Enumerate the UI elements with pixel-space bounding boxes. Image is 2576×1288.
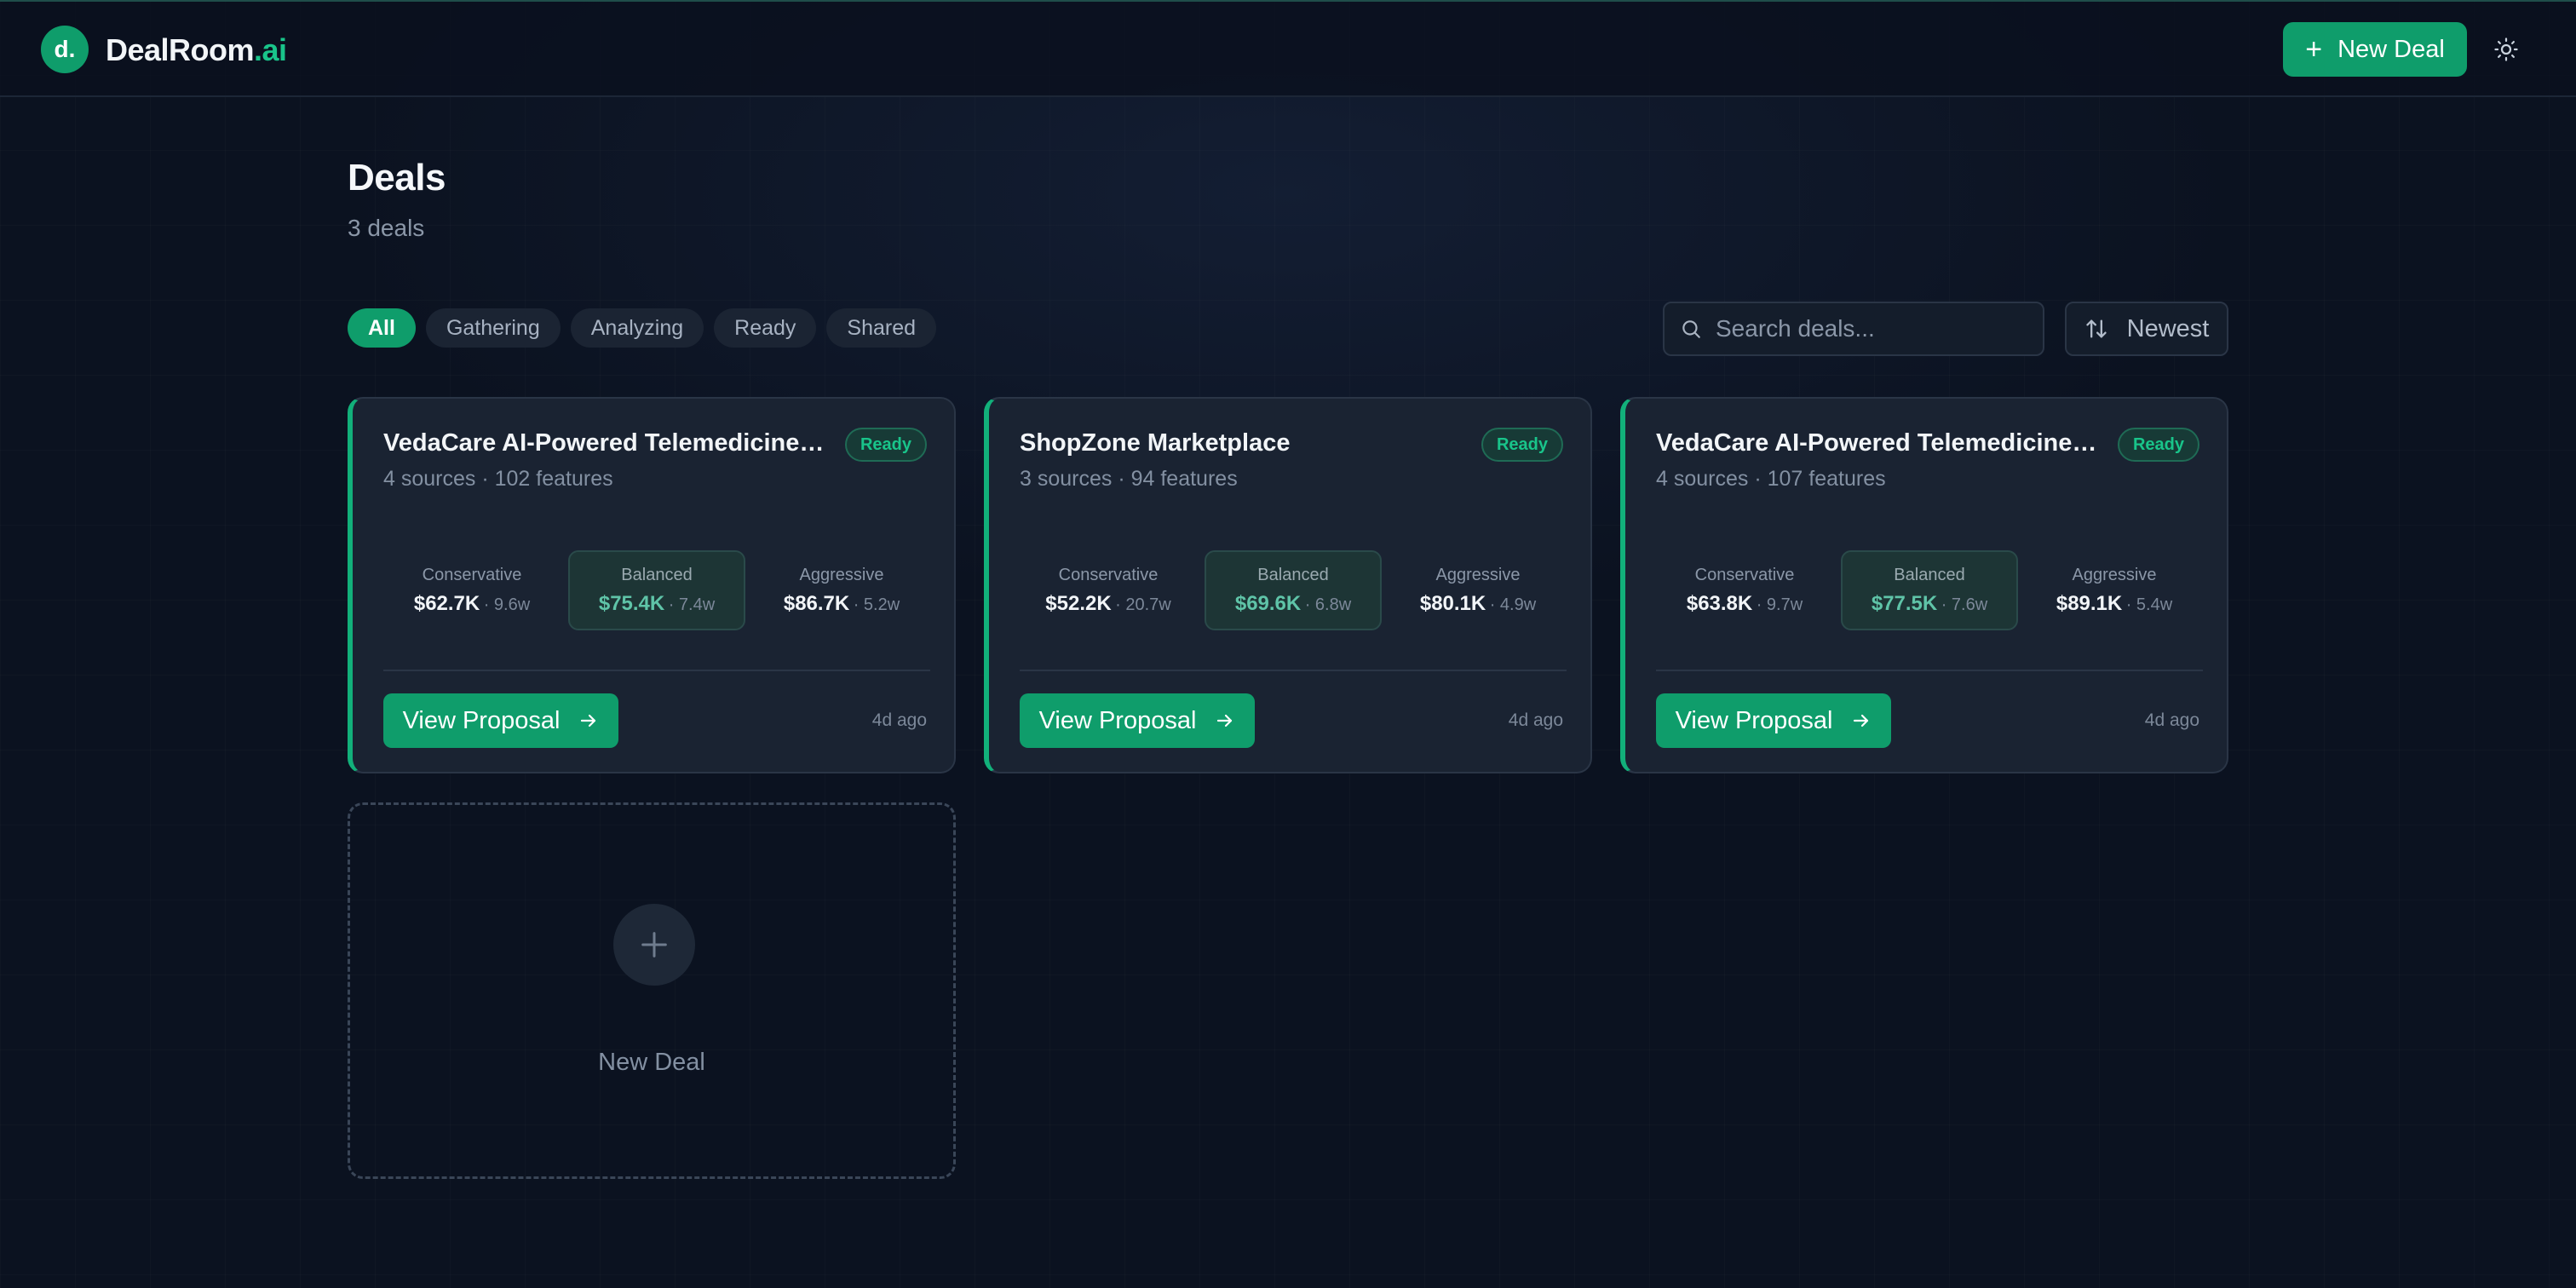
deal-card[interactable]: ShopZone Marketplace Ready 3 sources · 9… [984, 397, 1592, 773]
status-filters: All Gathering Analyzing Ready Shared [348, 308, 937, 348]
tier-conservative: Conservative $62.7K · 9.6w [383, 550, 561, 630]
plus-icon [641, 932, 667, 957]
filter-analyzing[interactable]: Analyzing [570, 308, 704, 348]
app-name-main: DealRoom [106, 32, 255, 67]
tier-aggressive: Aggressive $86.7K · 5.2w [753, 550, 930, 630]
tier-label: Aggressive [799, 565, 884, 584]
tier-price: $52.2K [1045, 591, 1112, 615]
new-deal-button[interactable]: + New Deal [2283, 22, 2467, 77]
view-proposal-button[interactable]: View Proposal [1020, 693, 1255, 748]
search-box [1663, 302, 2044, 356]
tier-duration: · 20.7w [1115, 595, 1171, 614]
tier-price: $77.5K [1871, 591, 1938, 615]
sort-arrows-icon [2085, 319, 2107, 338]
top-bar: d. DealRoom .ai + New Deal [0, 0, 2576, 97]
deal-updated-time: 4d ago [2144, 710, 2199, 730]
plus-icon: + [2305, 33, 2323, 66]
tier-duration: · 7.4w [668, 595, 716, 614]
deal-card[interactable]: VedaCare AI-Powered Telemedicine ... Rea… [348, 397, 956, 773]
tier-price: $86.7K [783, 591, 850, 615]
pricing-tiers: Conservative $52.2K · 20.7w Balanced $69… [1020, 550, 1567, 630]
logo-mark[interactable]: d. [41, 26, 89, 73]
tier-label: Aggressive [2072, 565, 2157, 584]
filter-all[interactable]: All [348, 308, 416, 348]
tier-duration: · 7.6w [1941, 595, 1988, 614]
tier-aggressive: Aggressive $80.1K · 4.9w [1389, 550, 1567, 630]
view-proposal-button[interactable]: View Proposal [383, 693, 618, 748]
deal-card[interactable]: VedaCare AI-Powered Telemedicine ... Rea… [1620, 397, 2228, 773]
add-circle [613, 904, 695, 986]
sun-icon [2494, 37, 2518, 61]
status-badge: Ready [2117, 428, 2199, 462]
deal-updated-time: 4d ago [1508, 710, 1563, 730]
arrow-right-icon [1854, 714, 1869, 727]
filter-ready[interactable]: Ready [714, 308, 817, 348]
tier-price: $75.4K [598, 591, 665, 615]
page-title: Deals [348, 157, 446, 198]
deal-meta: 3 sources · 94 features [1020, 467, 1238, 491]
sort-label: Newest [2126, 314, 2210, 342]
tier-price: $62.7K [413, 591, 480, 615]
arrow-right-icon [1217, 714, 1233, 727]
app-name-accent: .ai [254, 32, 287, 67]
tier-duration: · 4.9w [1489, 595, 1537, 614]
deal-title: ShopZone Marketplace [1020, 429, 1291, 457]
app-name[interactable]: DealRoom .ai [106, 29, 287, 72]
tier-duration: · 9.7w [1756, 595, 1803, 614]
tier-label: Balanced [1257, 565, 1329, 584]
tier-label: Aggressive [1435, 565, 1521, 584]
new-deal-card[interactable]: New Deal [348, 802, 956, 1179]
view-proposal-label: View Proposal [402, 706, 561, 734]
tier-duration: · 6.8w [1304, 595, 1352, 614]
card-divider [1656, 670, 2203, 671]
tier-label: Conservative [1694, 565, 1795, 584]
new-deal-card-label: New Deal [598, 1049, 705, 1076]
deal-meta: 4 sources · 107 features [1656, 467, 1886, 491]
filter-gathering[interactable]: Gathering [425, 308, 561, 348]
tier-label: Conservative [422, 565, 522, 584]
tier-conservative: Conservative $52.2K · 20.7w [1020, 550, 1197, 630]
filter-shared[interactable]: Shared [826, 308, 937, 348]
new-deal-button-label: New Deal [2337, 35, 2445, 63]
deal-title: VedaCare AI-Powered Telemedicine ... [383, 429, 826, 457]
tier-label: Conservative [1058, 565, 1159, 584]
card-divider [383, 670, 930, 671]
tier-balanced: Balanced $77.5K · 7.6w [1841, 550, 2018, 630]
tier-balanced: Balanced $75.4K · 7.4w [568, 550, 745, 630]
status-badge: Ready [1481, 428, 1563, 462]
tier-price: $80.1K [1419, 591, 1486, 615]
tier-label: Balanced [621, 565, 693, 584]
theme-toggle-button[interactable] [2489, 32, 2523, 66]
deal-count: 3 deals [348, 215, 425, 241]
pricing-tiers: Conservative $63.8K · 9.7w Balanced $77.… [1656, 550, 2203, 630]
sort-button[interactable]: Newest [2065, 302, 2228, 356]
tier-balanced: Balanced $69.6K · 6.8w [1205, 550, 1382, 630]
tier-conservative: Conservative $63.8K · 9.7w [1656, 550, 1833, 630]
view-proposal-label: View Proposal [1038, 706, 1197, 734]
pricing-tiers: Conservative $62.7K · 9.6w Balanced $75.… [383, 550, 930, 630]
tier-price: $89.1K [2056, 591, 2123, 615]
deal-meta: 4 sources · 102 features [383, 467, 613, 491]
tier-duration: · 9.6w [483, 595, 531, 614]
card-divider [1020, 670, 1567, 671]
arrow-right-icon [581, 714, 596, 727]
tier-label: Balanced [1894, 565, 1965, 584]
status-badge: Ready [844, 428, 927, 462]
tier-price: $63.8K [1686, 591, 1753, 615]
view-proposal-button[interactable]: View Proposal [1656, 693, 1891, 748]
tier-duration: · 5.2w [853, 595, 900, 614]
search-input[interactable] [1716, 315, 2022, 342]
tier-aggressive: Aggressive $89.1K · 5.4w [2026, 550, 2203, 630]
tier-price: $69.6K [1234, 591, 1302, 615]
deal-title: VedaCare AI-Powered Telemedicine ... [1656, 429, 2099, 457]
search-icon [1682, 320, 1700, 338]
view-proposal-label: View Proposal [1675, 706, 1833, 734]
deal-updated-time: 4d ago [871, 710, 927, 730]
tier-duration: · 5.4w [2125, 595, 2173, 614]
